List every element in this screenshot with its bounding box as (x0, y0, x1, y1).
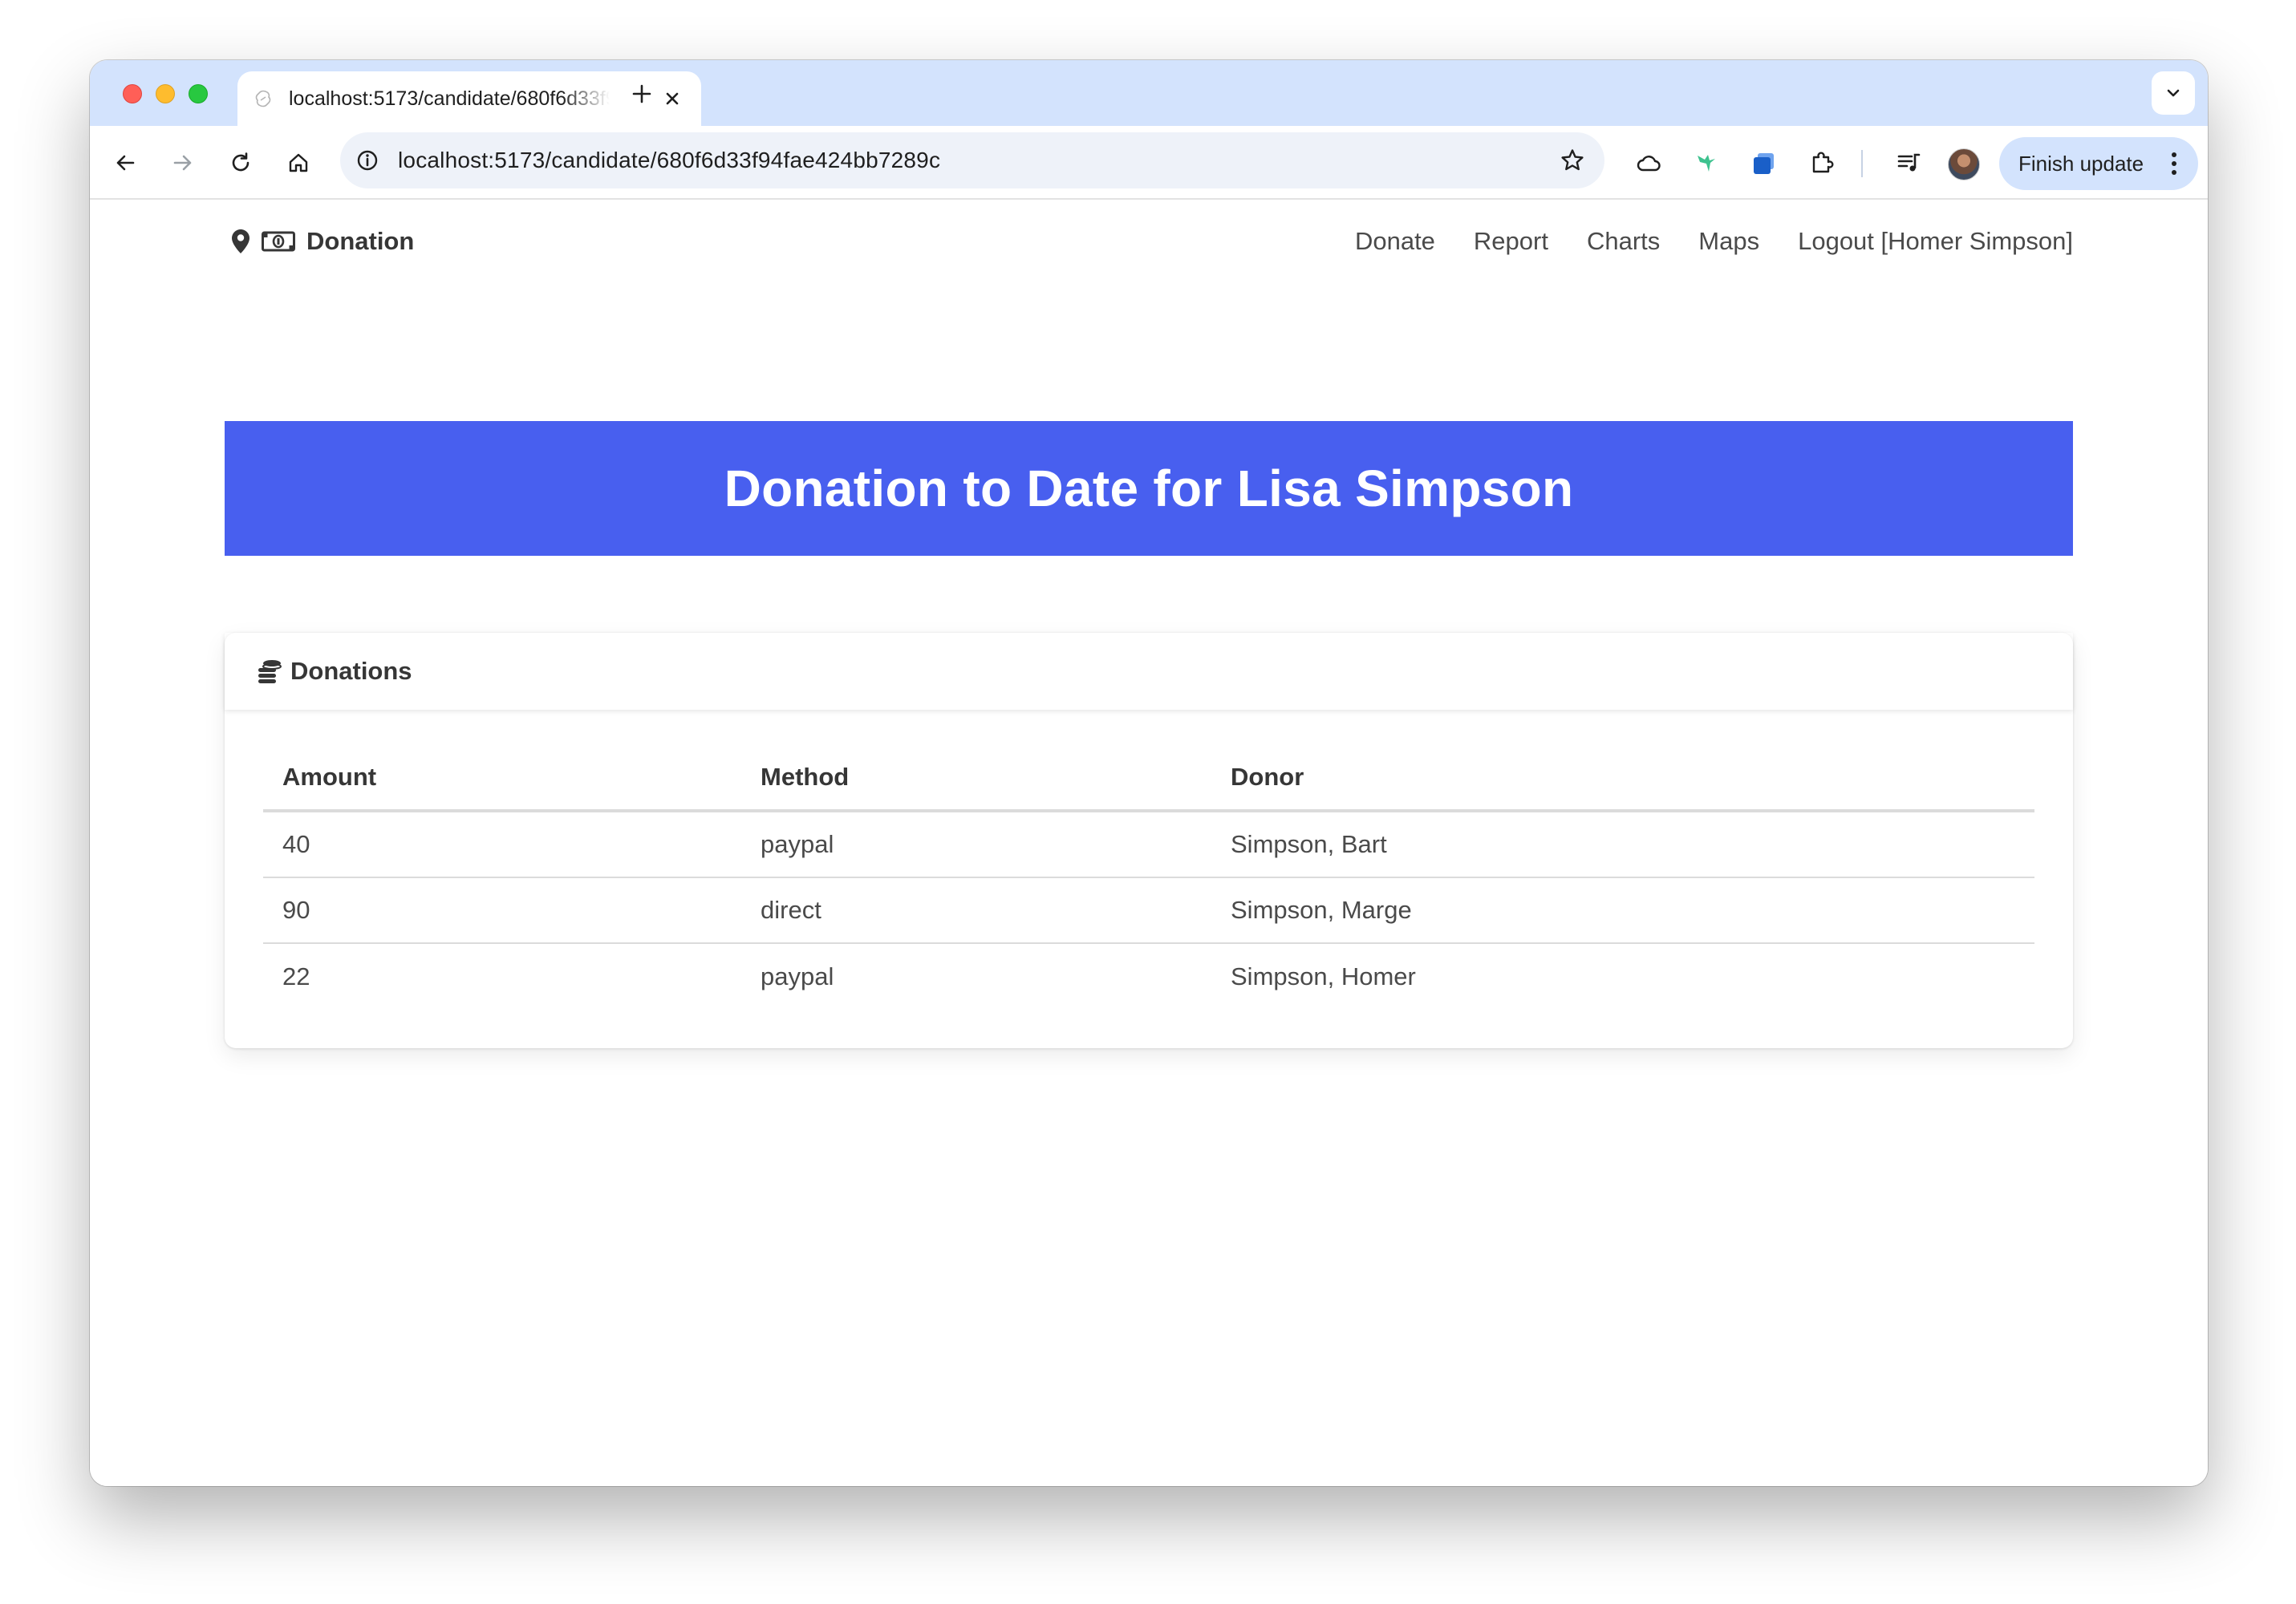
cell-amount: 90 (282, 896, 310, 924)
chevron-down-icon (2167, 89, 2180, 97)
profile-avatar[interactable] (1948, 148, 1980, 180)
card-title: Donations (290, 657, 412, 685)
new-tab-plus-icon[interactable] (629, 81, 655, 107)
arrow-left-icon (116, 155, 135, 171)
tab-close-icon[interactable] (661, 87, 684, 110)
media-controls-button[interactable] (1892, 146, 1925, 180)
tab-search-button[interactable] (2152, 71, 2195, 115)
cell-amount: 22 (282, 962, 310, 990)
navbar-brand[interactable]: Donation (231, 224, 414, 259)
table-body: 40 paypal Simpson, Bart 90 direct Simpso… (263, 812, 2034, 1010)
reload-icon (232, 152, 249, 172)
cell-donor: Simpson, Marge (1231, 896, 1412, 924)
cloud-icon (1637, 156, 1661, 172)
cell-donor: Simpson, Bart (1231, 830, 1387, 858)
nav-link-charts[interactable]: Charts (1587, 227, 1660, 256)
browser-window: localhost:5173/candidate/680f6d33f94fae4… (90, 60, 2208, 1486)
nav-link-logout[interactable]: Logout [Homer Simpson] (1798, 227, 2073, 256)
card-header: Donations (225, 633, 2073, 710)
site-info-icon[interactable] (356, 149, 379, 172)
table-header-row: Amount Method Donor (263, 745, 2034, 812)
column-header-donor: Donor (1231, 763, 1304, 791)
navbar-menu: Donate Report Charts Maps Logout [Homer … (1316, 224, 2073, 259)
tab-title: localhost:5173/candidate/680f6d33f94fae4… (289, 87, 610, 110)
donations-card: Donations Amount Method Donor 40 paypal … (225, 633, 2073, 1048)
blue-square-icon (1754, 153, 1774, 174)
table-row: 22 paypal Simpson, Homer (263, 944, 2034, 1010)
back-button[interactable] (106, 144, 144, 182)
nav-link-maps[interactable]: Maps (1698, 227, 1759, 256)
money-bill-icon (262, 231, 295, 252)
table-row: 90 direct Simpson, Marge (263, 878, 2034, 944)
reload-button[interactable] (221, 144, 260, 182)
playlist-icon (1897, 153, 1921, 172)
brand-name: Donation (306, 227, 415, 255)
square-extension-button[interactable] (1747, 146, 1781, 180)
browser-toolbar: localhost:5173/candidate/680f6d33f94fae4… (90, 126, 2208, 200)
column-header-amount: Amount (282, 763, 377, 791)
hummingbird-icon (1698, 155, 1715, 172)
page-content: Donation Donate Report Charts Maps Logou… (90, 200, 2208, 1486)
page-title: Donation to Date for Lisa Simpson (724, 460, 1574, 517)
cell-method: paypal (761, 830, 834, 858)
bird-extension-button[interactable] (1690, 146, 1723, 180)
table-row: 40 paypal Simpson, Bart (263, 812, 2034, 878)
hero-banner: Donation to Date for Lisa Simpson (225, 421, 2073, 556)
url-text[interactable]: localhost:5173/candidate/680f6d33f94fae4… (398, 132, 940, 188)
tab-strip: localhost:5173/candidate/680f6d33f94fae4… (90, 60, 2208, 126)
cell-amount: 40 (282, 830, 310, 858)
donations-table: Amount Method Donor 40 paypal Simpson, B… (263, 745, 2034, 1010)
cell-method: paypal (761, 962, 834, 990)
bookmark-star-icon[interactable] (1560, 148, 1585, 173)
nav-link-report[interactable]: Report (1474, 227, 1548, 256)
nav-link-donate[interactable]: Donate (1355, 227, 1435, 256)
map-marker-icon (232, 229, 249, 253)
home-icon (289, 153, 308, 172)
forward-button[interactable] (164, 144, 202, 182)
coins-icon (258, 660, 282, 683)
column-header-method: Method (761, 763, 850, 791)
cell-donor: Simpson, Homer (1231, 962, 1416, 990)
cell-method: direct (761, 896, 821, 924)
minimize-window-button[interactable] (156, 84, 175, 103)
finish-update-button[interactable]: Finish update (1999, 137, 2198, 190)
kebab-menu-icon (2172, 152, 2176, 175)
puzzle-icon (1812, 152, 1834, 173)
home-button[interactable] (279, 144, 318, 182)
extensions-button[interactable] (1805, 146, 1839, 180)
address-bar[interactable]: localhost:5173/candidate/680f6d33f94fae4… (340, 132, 1604, 188)
maximize-window-button[interactable] (189, 84, 208, 103)
finish-update-label: Finish update (2018, 152, 2144, 176)
close-window-button[interactable] (123, 84, 142, 103)
arrow-right-icon (173, 155, 192, 171)
cloud-extension-button[interactable] (1632, 146, 1665, 180)
toolbar-divider (1861, 150, 1863, 177)
svelte-favicon-icon (255, 90, 271, 107)
